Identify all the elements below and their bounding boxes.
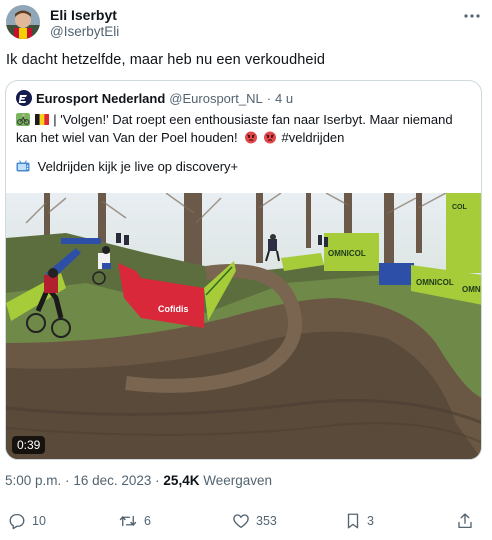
quoted-line-2: kan het wiel van Van der Poel houden! #v… <box>16 129 476 147</box>
author-handle[interactable]: @IserbytEli <box>50 23 119 40</box>
quoted-promo-text: Veldrijden kijk je live op discovery+ <box>37 159 239 174</box>
more-icon <box>464 14 480 18</box>
tweet-text: Ik dacht hetzelfde, maar heb nu een verk… <box>6 52 326 68</box>
bookmark-icon <box>347 513 359 529</box>
quoted-handle[interactable]: @Eurosport_NL <box>169 91 262 106</box>
more-button[interactable] <box>462 8 482 24</box>
like-icon <box>233 514 249 529</box>
omnicol-banner-2-text: OMNICOL <box>416 278 454 287</box>
quoted-display-name[interactable]: Eurosport Nederland <box>36 91 165 106</box>
meta-separator: · <box>155 473 160 488</box>
quoted-header: Eurosport Nederland @Eurosport_NL · 4 u <box>16 90 293 106</box>
bike-emoji <box>16 113 30 126</box>
video-duration: 0:39 <box>12 436 46 454</box>
reply-icon <box>9 513 25 530</box>
quoted-promo-line: Veldrijden kijk je live op discovery+ <box>16 158 476 176</box>
quoted-separator: · <box>266 90 272 106</box>
cofidis-banner-text: Cofidis <box>158 304 189 314</box>
action-bar: 10 6 353 3 <box>0 507 492 537</box>
tv-emoji <box>16 160 30 172</box>
quoted-body: | 'Volgen!' Dat roept een enthousiaste f… <box>16 111 476 176</box>
avatar[interactable] <box>6 5 40 39</box>
omnicol-banner-1-text: OMNICOL <box>328 249 366 258</box>
quoted-time[interactable]: 4 u <box>275 91 293 106</box>
author-display-name[interactable]: Eli Iserbyt <box>50 7 119 23</box>
quoted-spacer <box>16 146 476 158</box>
reply-count: 10 <box>32 514 46 528</box>
tall-panel-text: COL <box>452 204 468 211</box>
repost-icon <box>119 515 137 527</box>
eurosport-logo <box>16 90 32 106</box>
meta-separator: · <box>65 473 70 488</box>
share-icon <box>458 513 472 529</box>
omnicol-banner-3-text: OMNICOL <box>462 285 482 294</box>
repost-button[interactable]: 6 <box>118 512 151 530</box>
quoted-tweet[interactable]: Eurosport Nederland @Eurosport_NL · 4 u … <box>5 80 482 460</box>
reply-button[interactable]: 10 <box>8 512 46 530</box>
belgium-flag-emoji <box>34 114 49 125</box>
like-button[interactable]: 353 <box>232 512 277 530</box>
hashtag-link[interactable]: #veldrijden <box>282 130 345 145</box>
author-names: Eli Iserbyt @IserbytEli <box>50 7 119 40</box>
angry-emoji <box>263 131 276 143</box>
bookmark-count: 3 <box>367 514 374 528</box>
tweet-date[interactable]: 16 dec. 2023 <box>73 473 151 488</box>
bookmark-button[interactable]: 3 <box>345 512 374 530</box>
quoted-line-1: | 'Volgen!' Dat roept een enthousiaste f… <box>16 111 476 129</box>
angry-emoji <box>245 131 258 143</box>
quoted-line-1-text: | 'Volgen!' Dat roept een enthousiaste f… <box>53 112 453 127</box>
quoted-line-2-text: kan het wiel van Van der Poel houden! <box>16 129 238 145</box>
like-count: 353 <box>256 514 277 528</box>
video-frame: Cofidis OMNICOL OMNICOL OMNICOL COL <box>6 193 482 459</box>
tweet-meta: 5:00 p.m. · 16 dec. 2023 · 25,4K Weergav… <box>5 473 272 488</box>
share-button[interactable] <box>456 512 480 530</box>
views-count: 25,4K <box>163 473 200 488</box>
repost-count: 6 <box>144 514 151 528</box>
tweet-time[interactable]: 5:00 p.m. <box>5 473 61 488</box>
video-player[interactable]: Cofidis OMNICOL OMNICOL OMNICOL COL <box>6 193 482 459</box>
views-label: Weergaven <box>203 473 273 488</box>
tweet-header: Eli Iserbyt @IserbytEli <box>6 4 482 40</box>
